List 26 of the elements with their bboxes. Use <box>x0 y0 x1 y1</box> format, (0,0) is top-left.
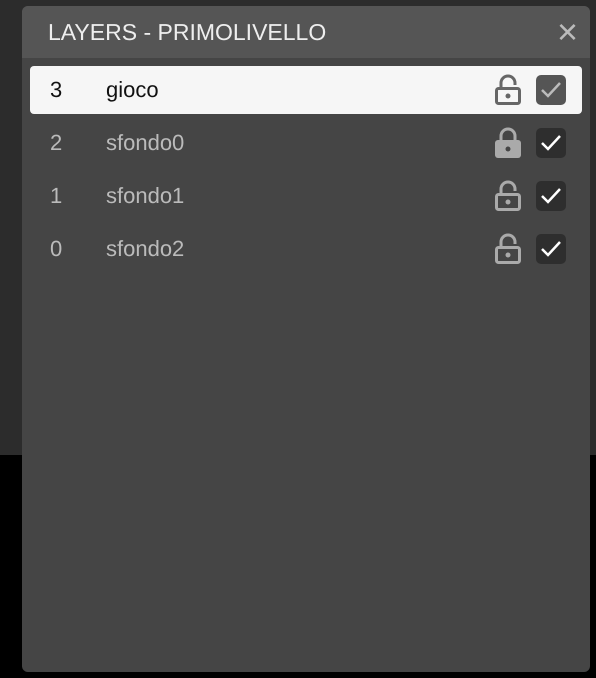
layer-index: 3 <box>50 77 64 103</box>
layer-index: 0 <box>50 236 64 262</box>
layer-index: 1 <box>50 183 64 209</box>
close-button[interactable]: × <box>556 14 578 50</box>
checkmark-icon <box>540 240 562 258</box>
layer-index: 2 <box>50 130 64 156</box>
unlocked-lock-icon[interactable] <box>494 180 522 212</box>
lock-icon[interactable] <box>494 127 522 159</box>
checkmark-icon <box>540 81 562 99</box>
checkmark-icon <box>540 134 562 152</box>
layer-name: sfondo0 <box>106 130 186 156</box>
layer-row[interactable]: 0 sfondo2 <box>30 225 582 273</box>
layer-row[interactable]: 2 sfondo0 <box>30 119 582 167</box>
checkmark-icon <box>540 187 562 205</box>
layer-name: gioco <box>106 77 160 103</box>
unlocked-lock-icon[interactable] <box>494 74 522 106</box>
layer-name: sfondo2 <box>106 236 186 262</box>
visibility-checkbox[interactable] <box>536 181 566 211</box>
layer-name: sfondo1 <box>106 183 186 209</box>
visibility-checkbox[interactable] <box>536 75 566 105</box>
visibility-checkbox[interactable] <box>536 128 566 158</box>
visibility-checkbox[interactable] <box>536 234 566 264</box>
layer-row[interactable]: 3 gioco <box>30 66 582 114</box>
layer-row[interactable]: 1 sfondo1 <box>30 172 582 220</box>
unlocked-lock-icon[interactable] <box>494 233 522 265</box>
panel-title: LAYERS - PRIMOLIVELLO <box>48 18 326 46</box>
